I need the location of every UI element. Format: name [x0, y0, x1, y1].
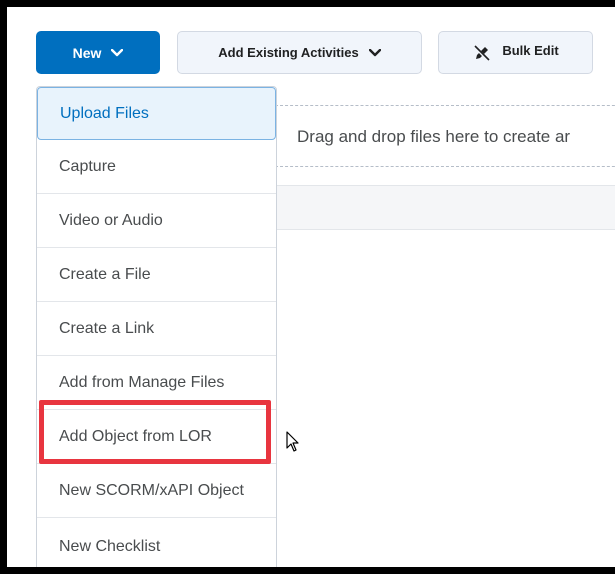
- highlight-box: [39, 400, 271, 464]
- menu-item-video-or-audio[interactable]: Video or Audio: [37, 194, 276, 248]
- menu-item-capture[interactable]: Capture: [37, 140, 276, 194]
- content-header-strip: [275, 185, 615, 230]
- dropzone-text: Drag and drop files here to create ar: [297, 127, 571, 146]
- menu-item-label: Create a Link: [59, 319, 155, 337]
- menu-item-label: New Checklist: [59, 537, 161, 555]
- menu-item-upload-files[interactable]: Upload Files: [37, 87, 276, 140]
- menu-item-label: Add from Manage Files: [59, 373, 225, 391]
- add-existing-activities-label: Add Existing Activities: [218, 45, 359, 60]
- new-dropdown-menu: Upload Files Capture Video or Audio Crea…: [36, 86, 277, 567]
- menu-item-new-checklist[interactable]: New Checklist: [37, 520, 276, 567]
- chevron-down-icon: [111, 48, 124, 56]
- menu-item-label: Create a File: [59, 265, 151, 283]
- content-area: New Add Existing Activities Bulk Edit Dr…: [7, 7, 615, 567]
- mouse-pointer-icon: [286, 431, 299, 452]
- menu-item-label: Upload Files: [60, 104, 149, 122]
- menu-item-new-scorm-xapi-object[interactable]: New SCORM/xAPI Object: [37, 464, 276, 518]
- bulk-edit-label: Bulk Edit: [502, 43, 559, 58]
- menu-item-create-a-file[interactable]: Create a File: [37, 248, 276, 302]
- add-existing-activities-button[interactable]: Add Existing Activities: [177, 31, 422, 74]
- new-button-label: New: [72, 44, 102, 61]
- chevron-down-icon: [368, 48, 381, 56]
- menu-item-label: Video or Audio: [59, 211, 163, 229]
- new-button[interactable]: New: [36, 31, 160, 74]
- pencil-slash-icon: [473, 44, 491, 63]
- menu-item-label: Capture: [59, 157, 116, 175]
- menu-item-label: New SCORM/xAPI Object: [59, 481, 244, 499]
- menu-item-create-a-link[interactable]: Create a Link: [37, 302, 276, 356]
- bulk-edit-button[interactable]: Bulk Edit: [438, 31, 593, 74]
